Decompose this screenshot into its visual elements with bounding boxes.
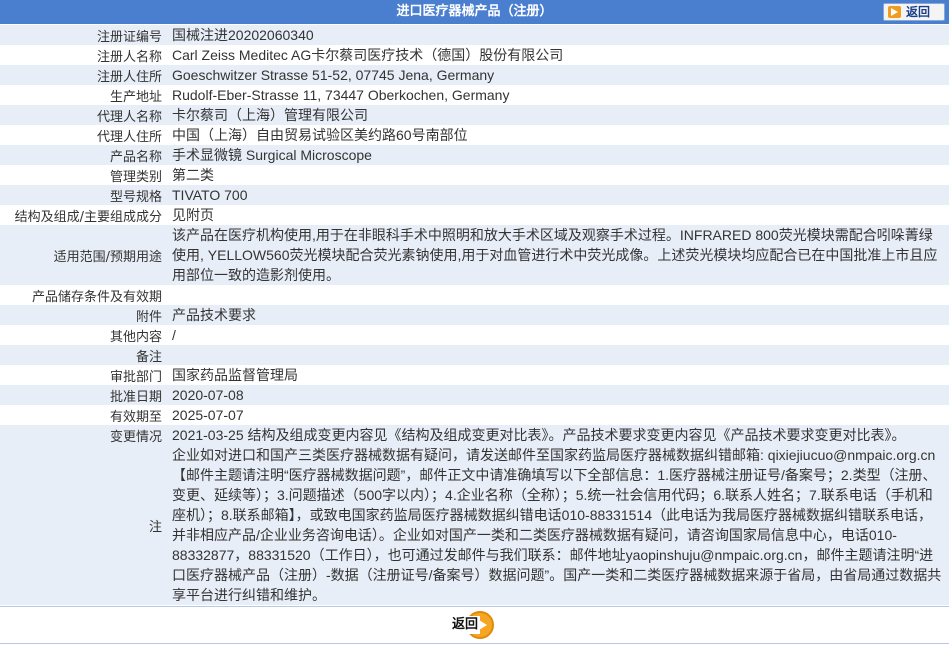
field-value: 该产品在医疗机构使用,用于在非眼科手术中照明和放大手术区域及观察手术过程。INF… xyxy=(166,225,949,285)
field-label: 代理人住所 xyxy=(0,125,166,145)
field-value: Carl Zeiss Meditec AG卡尔蔡司医疗技术（德国）股份有限公司 xyxy=(166,45,949,65)
field-label: 管理类别 xyxy=(0,165,166,185)
table-row: 生产地址 Rudolf-Eber-Strasse 11, 73447 Oberk… xyxy=(0,85,949,105)
table-row: 备注 xyxy=(0,345,949,365)
field-label: 适用范围/预期用途 xyxy=(0,225,166,285)
table-row: 注册人名称 Carl Zeiss Meditec AG卡尔蔡司医疗技术（德国）股… xyxy=(0,45,949,65)
field-value: 中国（上海）自由贸易试验区美约路60号南部位 xyxy=(166,125,949,145)
field-value xyxy=(166,285,949,305)
field-value: 国家药品监督管理局 xyxy=(166,365,949,385)
field-value: Goeschwitzer Strasse 51-52, 07745 Jena, … xyxy=(166,65,949,85)
table-row: 注册证编号 国械注进20202060340 xyxy=(0,25,949,45)
page-title-bar: 进口医疗器械产品（注册） xyxy=(0,0,949,24)
field-label: 代理人名称 xyxy=(0,105,166,125)
field-label: 审批部门 xyxy=(0,365,166,385)
field-value: 卡尔蔡司（上海）管理有限公司 xyxy=(166,105,949,125)
field-value: 国械注进20202060340 xyxy=(166,25,949,45)
field-value: 2020-07-08 xyxy=(166,385,949,405)
field-label: 其他内容 xyxy=(0,325,166,345)
field-value xyxy=(166,345,949,365)
field-label: 附件 xyxy=(0,305,166,325)
table-row: 结构及组成/主要组成成分 见附页 xyxy=(0,205,949,225)
divider xyxy=(0,643,949,644)
table-row: 审批部门 国家药品监督管理局 xyxy=(0,365,949,385)
table-row: 有效期至 2025-07-07 xyxy=(0,405,949,425)
table-row: 适用范围/预期用途 该产品在医疗机构使用,用于在非眼科手术中照明和放大手术区域及… xyxy=(0,225,949,285)
table-row: 变更情况 2021-03-25 结构及组成变更内容见《结构及组成变更对比表》。产… xyxy=(0,425,949,445)
field-value: / xyxy=(166,325,949,345)
table-row: 其他内容 / xyxy=(0,325,949,345)
field-label: 生产地址 xyxy=(0,85,166,105)
field-label: 注册人名称 xyxy=(0,45,166,65)
field-label: 变更情况 xyxy=(0,425,166,445)
field-value: 见附页 xyxy=(166,205,949,225)
back-button-label: 返回 xyxy=(906,5,931,19)
field-value: TIVATO 700 xyxy=(166,185,949,205)
table-row: 型号规格 TIVATO 700 xyxy=(0,185,949,205)
table-row: 批准日期 2020-07-08 xyxy=(0,385,949,405)
field-label: 注 xyxy=(0,445,166,605)
field-label: 结构及组成/主要组成成分 xyxy=(0,205,166,225)
field-label: 备注 xyxy=(0,345,166,365)
arrow-right-icon xyxy=(888,6,901,18)
field-value: 手术显微镜 Surgical Microscope xyxy=(166,145,949,165)
field-value: 2025-07-07 xyxy=(166,405,949,425)
back-button-label: 返回 xyxy=(450,616,481,634)
table-row: 注册人住所 Goeschwitzer Strasse 51-52, 07745 … xyxy=(0,65,949,85)
field-value: Rudolf-Eber-Strasse 11, 73447 Oberkochen… xyxy=(166,85,949,105)
table-row: 代理人名称 卡尔蔡司（上海）管理有限公司 xyxy=(0,105,949,125)
field-value: 第二类 xyxy=(166,165,949,185)
back-button-bottom[interactable]: 返回 xyxy=(446,611,498,639)
table-row: 附件 产品技术要求 xyxy=(0,305,949,325)
field-label: 型号规格 xyxy=(0,185,166,205)
table-row: 产品储存条件及有效期 xyxy=(0,285,949,305)
table-row: 管理类别 第二类 xyxy=(0,165,949,185)
field-label: 产品储存条件及有效期 xyxy=(0,285,166,305)
field-label: 产品名称 xyxy=(0,145,166,165)
field-value: 企业如对进口和国产三类医疗器械数据有疑问，请发送邮件至国家药监局医疗器械数据纠错… xyxy=(166,445,949,605)
table-row: 代理人住所 中国（上海）自由贸易试验区美约路60号南部位 xyxy=(0,125,949,145)
field-label: 有效期至 xyxy=(0,405,166,425)
field-label: 注册证编号 xyxy=(0,25,166,45)
field-label: 注册人住所 xyxy=(0,65,166,85)
page-title: 进口医疗器械产品（注册） xyxy=(396,4,553,19)
back-button-top[interactable]: 返回 xyxy=(883,3,945,21)
divider xyxy=(0,606,949,607)
field-value: 产品技术要求 xyxy=(166,305,949,325)
table-row: 注 企业如对进口和国产三类医疗器械数据有疑问，请发送邮件至国家药监局医疗器械数据… xyxy=(0,445,949,605)
table-row: 产品名称 手术显微镜 Surgical Microscope xyxy=(0,145,949,165)
field-value: 2021-03-25 结构及组成变更内容见《结构及组成变更对比表》。产品技术要求… xyxy=(166,425,949,445)
registration-info-table: 注册证编号 国械注进20202060340 注册人名称 Carl Zeiss M… xyxy=(0,25,949,605)
field-label: 批准日期 xyxy=(0,385,166,405)
